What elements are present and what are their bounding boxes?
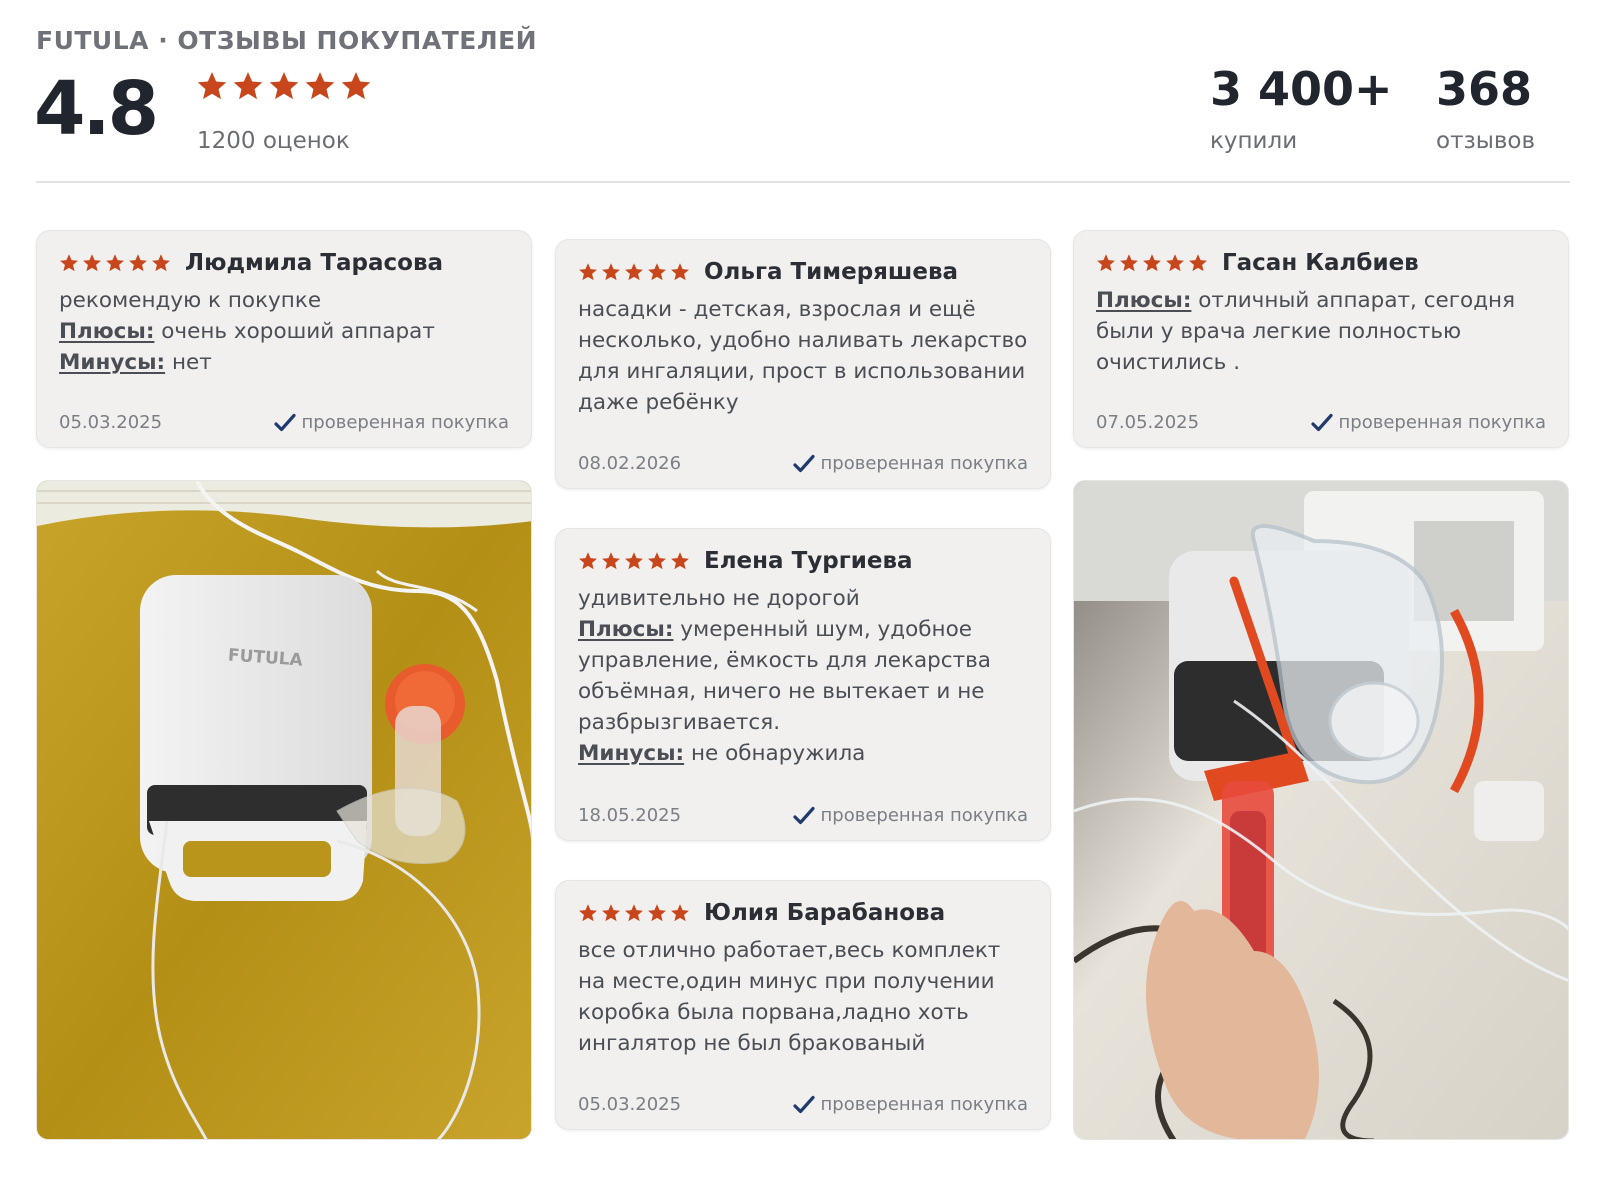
review-author: Людмила Тарасова <box>185 250 444 276</box>
verified-label: проверенная покупка <box>301 412 509 433</box>
star-icon <box>196 70 228 102</box>
review-author: Юлия Барабанова <box>704 900 946 926</box>
review-card: Ольга Тимеряшева насадки - детская, взро… <box>555 239 1051 489</box>
check-icon <box>274 413 296 433</box>
rating-stars <box>196 70 372 102</box>
review-date: 18.05.2025 <box>578 805 682 826</box>
review-body: насадки - детская, взрослая и ещё нескол… <box>578 294 1028 418</box>
stat-value: 368 <box>1436 62 1533 116</box>
mask-photo <box>1074 481 1568 1139</box>
check-icon <box>793 454 815 474</box>
verified-label: проверенная покупка <box>820 453 1028 474</box>
star-icon <box>1142 253 1162 273</box>
star-icon <box>59 253 79 273</box>
review-comment: насадки - детская, взрослая и ещё нескол… <box>578 297 1028 415</box>
star-icon <box>1096 253 1116 273</box>
review-author: Ольга Тимеряшева <box>704 259 959 285</box>
review-body: рекомендую к покупке Плюсы: очень хороши… <box>59 285 509 378</box>
review-photo-mask[interactable] <box>1073 480 1569 1140</box>
star-icon <box>340 70 372 102</box>
stat-label: отзывов <box>1436 128 1536 154</box>
review-date: 08.02.2026 <box>578 453 682 474</box>
star-icon <box>578 262 598 282</box>
review-card: Елена Тургиева удивительно не дорогой Пл… <box>555 528 1051 841</box>
cons-label: Минусы: <box>578 741 685 766</box>
pros-label: Плюсы: <box>59 319 155 344</box>
verified-badge: проверенная покупка <box>274 412 509 433</box>
star-icon <box>304 70 336 102</box>
star-icon <box>151 253 171 273</box>
star-icon <box>128 253 148 273</box>
star-icon <box>578 551 598 571</box>
review-photo-nebulizer[interactable]: FUTULA <box>36 480 532 1140</box>
star-icon <box>670 551 690 571</box>
section-title: FUTULA · ОТЗЫВЫ ПОКУПАТЕЛЕЙ <box>36 26 538 55</box>
review-card: Юлия Барабанова все отлично работает,вес… <box>555 880 1051 1130</box>
verified-badge: проверенная покупка <box>793 805 1028 826</box>
ratings-header: FUTULA · ОТЗЫВЫ ПОКУПАТЕЛЕЙ 4.8 1200 оце… <box>34 26 1570 186</box>
review-stars <box>578 903 690 923</box>
review-author: Елена Тургиева <box>704 548 913 574</box>
verified-badge: проверенная покупка <box>1311 412 1546 433</box>
star-icon <box>647 551 667 571</box>
cons-label: Минусы: <box>59 350 166 375</box>
star-icon <box>1119 253 1139 273</box>
review-body: удивительно не дорогой Плюсы: умеренный … <box>578 583 1028 769</box>
review-stars <box>1096 253 1208 273</box>
star-icon <box>647 903 667 923</box>
star-icon <box>670 903 690 923</box>
check-icon <box>1311 413 1333 433</box>
stat-value: 3 400+ <box>1210 62 1393 116</box>
cons-text: нет <box>171 350 212 375</box>
star-icon <box>624 551 644 571</box>
review-date: 07.05.2025 <box>1096 412 1200 433</box>
header-divider <box>36 181 1570 183</box>
star-icon <box>232 70 264 102</box>
stat-buyers: 3 400+ купили <box>1210 62 1393 154</box>
verified-label: проверенная покупка <box>1338 412 1546 433</box>
ratings-count: 1200 оценок <box>197 128 350 154</box>
star-icon <box>601 262 621 282</box>
review-author: Гасан Калбиев <box>1222 250 1419 276</box>
star-icon <box>578 903 598 923</box>
pros-label: Плюсы: <box>578 617 674 642</box>
review-comment: удивительно не дорогой <box>578 586 860 611</box>
pros-label: Плюсы: <box>1096 288 1192 313</box>
star-icon <box>624 903 644 923</box>
star-icon <box>624 262 644 282</box>
review-body: все отлично работает,весь комплект на ме… <box>578 935 1028 1059</box>
review-stars <box>578 262 690 282</box>
verified-badge: проверенная покупка <box>793 453 1028 474</box>
review-stars <box>578 551 690 571</box>
star-icon <box>1188 253 1208 273</box>
star-icon <box>601 903 621 923</box>
cons-text: не обнаружила <box>690 741 866 766</box>
review-body: Плюсы: отличный аппарат, сегодня были у … <box>1096 285 1546 378</box>
review-comment: все отлично работает,весь комплект на ме… <box>578 938 1001 1056</box>
stat-reviews: 368 отзывов <box>1436 62 1535 154</box>
check-icon <box>793 1095 815 1115</box>
nebulizer-photo: FUTULA <box>37 481 531 1139</box>
review-date: 05.03.2025 <box>59 412 163 433</box>
review-date: 05.03.2025 <box>578 1094 682 1115</box>
pros-text: очень хороший аппарат <box>161 319 435 344</box>
check-icon <box>793 806 815 826</box>
star-icon <box>601 551 621 571</box>
star-icon <box>1165 253 1185 273</box>
review-comment: рекомендую к покупке <box>59 288 322 313</box>
review-stars <box>59 253 171 273</box>
average-rating: 4.8 <box>34 66 159 152</box>
verified-label: проверенная покупка <box>820 1094 1028 1115</box>
star-icon <box>82 253 102 273</box>
review-card: Гасан Калбиев Плюсы: отличный аппарат, с… <box>1073 230 1569 448</box>
stat-label: купили <box>1210 128 1298 154</box>
star-icon <box>670 262 690 282</box>
verified-label: проверенная покупка <box>820 805 1028 826</box>
star-icon <box>647 262 667 282</box>
verified-badge: проверенная покупка <box>793 1094 1028 1115</box>
star-icon <box>105 253 125 273</box>
review-card: Людмила Тарасова рекомендую к покупке Пл… <box>36 230 532 448</box>
star-icon <box>268 70 300 102</box>
